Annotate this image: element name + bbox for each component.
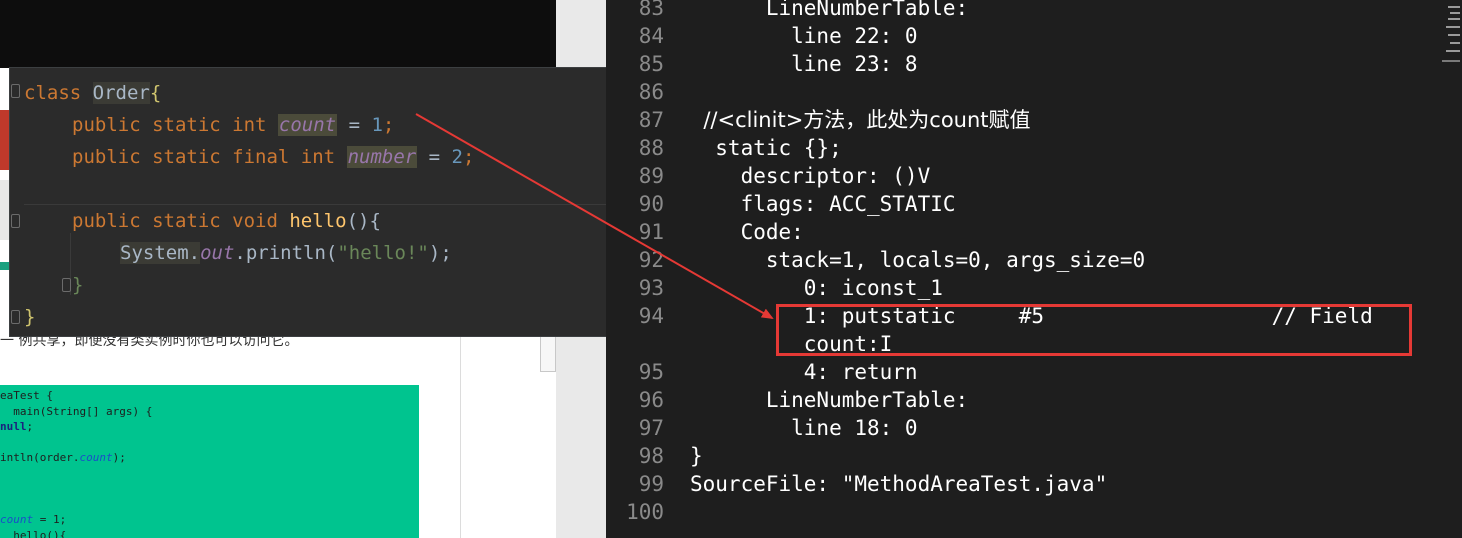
line-number: 92 xyxy=(638,248,664,272)
line-text: 4: return xyxy=(690,360,918,384)
operator: = xyxy=(337,114,372,136)
line-number: 88 xyxy=(638,136,664,160)
keyword: public static int xyxy=(72,114,267,136)
class-name: Order xyxy=(92,82,150,104)
semicolon: ; xyxy=(382,114,395,136)
background-code-line: eaTest { xyxy=(0,389,53,405)
background-dark-toolbar xyxy=(0,0,556,68)
line-text: LineNumberTable: xyxy=(690,388,969,412)
line-number: 93 xyxy=(638,276,664,300)
background-code-line: null; xyxy=(0,420,33,436)
line-number: 97 xyxy=(638,416,664,440)
background-code-line: intln(order.count); xyxy=(0,451,126,467)
background-code-line: count = 1; xyxy=(0,513,66,529)
call-end: ); xyxy=(428,242,452,264)
code-line-number-field: public static final int number = 2; xyxy=(72,143,474,171)
bytecode-editor[interactable]: 83 LineNumberTable: 84 line 22: 0 85 line … xyxy=(606,0,1462,538)
fold-icon[interactable] xyxy=(11,310,20,324)
semicolon: ; xyxy=(462,146,475,168)
method-params: (){ xyxy=(346,210,381,232)
code-token: eaTest { xyxy=(0,389,53,402)
keyword: public static final int xyxy=(72,146,336,168)
code-token: ); xyxy=(112,451,126,464)
code-token: null xyxy=(0,420,27,433)
line-text: static {}; xyxy=(690,136,842,160)
line-text: Code: xyxy=(690,220,804,244)
line-text: LineNumberTable: xyxy=(690,0,969,20)
line-text: stack=1, locals=0, args_size=0 xyxy=(690,248,1146,272)
line-number: 89 xyxy=(638,164,664,188)
number-literal: 1 xyxy=(371,114,383,136)
background-divider xyxy=(460,336,461,538)
open-brace: { xyxy=(149,82,162,104)
code-line-close-class: } xyxy=(24,303,35,331)
println-call: .println( xyxy=(234,242,338,264)
line-number: 87 xyxy=(638,108,664,132)
field-number: number xyxy=(346,146,418,168)
method-name: hello xyxy=(289,210,347,232)
ide-code-editor-popup: class Order{ public static int count = 1… xyxy=(9,67,633,337)
line-number: 84 xyxy=(638,24,664,48)
code-line-println: System.out.println("hello!"); xyxy=(120,239,452,267)
code-line-close-method: } xyxy=(72,271,83,299)
method-separator xyxy=(24,204,630,205)
line-text: line 18: 0 xyxy=(690,416,918,440)
background-code-line: hello(){ xyxy=(0,529,66,538)
close-brace: } xyxy=(72,274,84,296)
string-literal: "hello!" xyxy=(337,242,429,264)
code-token: intln(order. xyxy=(0,451,80,464)
annotation-highlight-box xyxy=(776,304,1412,356)
code-line-count-field: public static int count = 1; xyxy=(72,111,394,139)
code-token: = 1; xyxy=(33,513,67,526)
line-text: line 22: 0 xyxy=(690,24,918,48)
fold-icon[interactable] xyxy=(11,84,20,98)
fold-icon[interactable] xyxy=(62,278,71,292)
line-number: 83 xyxy=(638,0,664,20)
line-number: 99 xyxy=(638,472,664,496)
line-number: 95 xyxy=(638,360,664,384)
line-text: flags: ACC_STATIC xyxy=(690,192,956,216)
line-number: 90 xyxy=(638,192,664,216)
close-brace: } xyxy=(24,306,36,328)
keyword: public static void xyxy=(72,210,278,232)
line-text: line 23: 8 xyxy=(690,52,918,76)
line-number: 94 xyxy=(638,304,664,328)
line-number: 98 xyxy=(638,444,664,468)
code-token: main(String[] args) { xyxy=(0,404,153,418)
code-token: ; xyxy=(26,420,34,433)
line-number: 85 xyxy=(638,52,664,76)
line-number: 96 xyxy=(638,388,664,412)
field-out: out xyxy=(200,242,235,264)
line-number: 100 xyxy=(626,500,664,524)
number-literal: 2 xyxy=(451,146,463,168)
line-text: 0: iconst_1 xyxy=(690,276,943,300)
line-text: } xyxy=(690,444,703,468)
code-token: count xyxy=(0,513,34,526)
fold-icon[interactable] xyxy=(11,214,20,228)
code-token: count xyxy=(79,451,113,464)
line-number: 91 xyxy=(638,220,664,244)
background-code-line: main(String[] args) { xyxy=(0,405,152,421)
background-code-snippet: eaTest { main(String[] args) { null; intln… xyxy=(0,385,419,538)
line-text: descriptor: ()V xyxy=(690,164,931,188)
editor-minimap[interactable] xyxy=(1440,0,1462,64)
field-count: count xyxy=(277,114,338,136)
keyword: class xyxy=(24,82,82,104)
code-line-class-decl: class Order{ xyxy=(24,79,161,107)
code-line-hello-method: public static void hello(){ xyxy=(72,207,381,235)
operator: = xyxy=(417,146,452,168)
line-number: 86 xyxy=(638,80,664,104)
line-text: //<clinit>方法，此处为count赋值 xyxy=(690,108,1031,132)
class-system: System. xyxy=(120,242,201,264)
code-token: hello(){ xyxy=(0,528,67,538)
line-text: SourceFile: "MethodAreaTest.java" xyxy=(690,472,1108,496)
